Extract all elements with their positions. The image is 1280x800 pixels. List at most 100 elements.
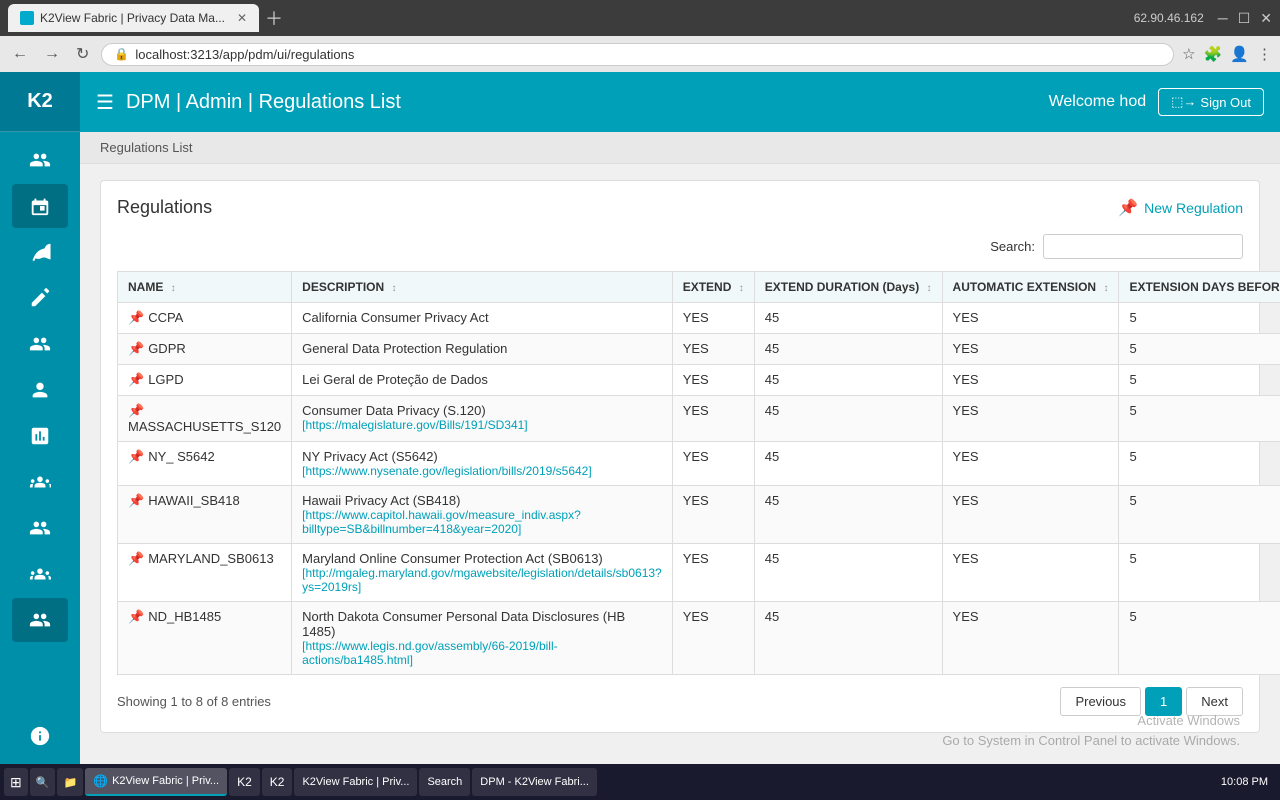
sidebar-item-people-group[interactable] bbox=[12, 138, 68, 182]
cell-name: 📌 ND_HB1485 bbox=[118, 602, 292, 675]
cell-name: 📌CCPA bbox=[118, 303, 292, 334]
cell-description: NY Privacy Act (S5642)[https://www.nysen… bbox=[292, 442, 673, 486]
col-extension-days-before[interactable]: EXTENSION DAYS BEFORE DUE DATE ↕ bbox=[1119, 272, 1280, 303]
row-name-text[interactable]: MARYLAND_SB0613 bbox=[148, 551, 274, 566]
cell-description: Consumer Data Privacy (S.120)[https://ma… bbox=[292, 396, 673, 442]
search-label: Search: bbox=[990, 239, 1035, 254]
sidebar-logo: K2 bbox=[27, 90, 53, 113]
sign-out-icon: ⬚→ bbox=[1171, 94, 1196, 110]
cell-extend-duration: 45 bbox=[754, 396, 942, 442]
row-name-text[interactable]: NY_ S5642 bbox=[148, 449, 215, 464]
cell-name: 📌MARYLAND_SB0613 bbox=[118, 544, 292, 602]
desc-text: Maryland Online Consumer Protection Act … bbox=[302, 551, 662, 566]
cell-description: Maryland Online Consumer Protection Act … bbox=[292, 544, 673, 602]
breadcrumb: Regulations List bbox=[80, 132, 1280, 164]
row-pin-icon: 📌 bbox=[128, 609, 144, 624]
extensions-icon[interactable]: 🧩 bbox=[1204, 45, 1223, 63]
cell-extend-duration: 45 bbox=[754, 602, 942, 675]
next-button[interactable]: Next bbox=[1186, 687, 1243, 716]
col-description[interactable]: DESCRIPTION ↕ bbox=[292, 272, 673, 303]
page-1-button[interactable]: 1 bbox=[1145, 687, 1182, 716]
row-pin-icon: 📌 bbox=[128, 493, 144, 508]
table-footer: Showing 1 to 8 of 8 entries Previous 1 N… bbox=[117, 687, 1243, 716]
cell-automatic-extension: YES bbox=[942, 303, 1119, 334]
profile-icon[interactable]: 👤 bbox=[1230, 45, 1249, 63]
sidebar-item-person[interactable] bbox=[12, 368, 68, 412]
header-title: DPM | Admin | Regulations List bbox=[126, 91, 401, 114]
forward-button[interactable]: → bbox=[40, 43, 64, 65]
cell-extend-duration: 45 bbox=[754, 365, 942, 396]
minimize-button[interactable]: ─ bbox=[1218, 10, 1228, 26]
showing-text: Showing 1 to 8 of 8 entries bbox=[117, 694, 271, 709]
close-window-button[interactable]: ✕ bbox=[1260, 10, 1272, 27]
taskbar-item-k2-2[interactable]: K2 bbox=[262, 768, 293, 796]
table-row[interactable]: 📌NY_ S5642NY Privacy Act (S5642)[https:/… bbox=[118, 442, 1280, 486]
sidebar-item-analytics[interactable] bbox=[12, 414, 68, 458]
taskbar-item-browser[interactable]: 🌐 K2View Fabric | Priv... bbox=[85, 768, 227, 796]
col-automatic-extension[interactable]: AUTOMATIC EXTENSION ↕ bbox=[942, 272, 1119, 303]
cell-name: 📌GDPR bbox=[118, 334, 292, 365]
cell-automatic-extension: YES bbox=[942, 602, 1119, 675]
taskbar-item-k2-1[interactable]: K2 bbox=[229, 768, 260, 796]
cell-automatic-extension: YES bbox=[942, 544, 1119, 602]
sidebar-item-people[interactable] bbox=[12, 322, 68, 366]
cell-name: 📌MASSACHUSETTS_S120 bbox=[118, 396, 292, 442]
back-button[interactable]: ← bbox=[8, 43, 32, 65]
sidebar-item-waves[interactable] bbox=[12, 230, 68, 274]
browser-favicon bbox=[20, 11, 34, 25]
table-row[interactable]: 📌MASSACHUSETTS_S120Consumer Data Privacy… bbox=[118, 396, 1280, 442]
search-input[interactable] bbox=[1043, 234, 1243, 259]
table-row[interactable]: 📌MARYLAND_SB0613 Maryland Online Consumer… bbox=[118, 544, 1280, 602]
desc-link[interactable]: [https://www.capitol.hawaii.gov/measure_… bbox=[302, 508, 662, 536]
taskbar-item-k2view-2[interactable]: K2View Fabric | Priv... bbox=[294, 768, 417, 796]
table-row[interactable]: 📌CCPACalifornia Consumer Privacy ActYES4… bbox=[118, 303, 1280, 334]
bookmark-icon[interactable]: ☆ bbox=[1182, 45, 1195, 63]
panel-title: Regulations bbox=[117, 197, 212, 218]
previous-button[interactable]: Previous bbox=[1060, 687, 1141, 716]
sidebar-item-edit[interactable] bbox=[12, 276, 68, 320]
address-text[interactable]: localhost:3213/app/pdm/ui/regulations bbox=[135, 47, 354, 62]
row-name-text[interactable]: LGPD bbox=[148, 372, 183, 387]
sidebar-item-people-group-2[interactable] bbox=[12, 460, 68, 504]
col-name[interactable]: NAME ↕ bbox=[118, 272, 292, 303]
start-button[interactable]: ⊞ bbox=[4, 768, 28, 796]
sidebar-item-info[interactable] bbox=[12, 714, 68, 758]
table-row[interactable]: 📌ND_HB1485North Dakota Consumer Personal… bbox=[118, 602, 1280, 675]
browser-tab-title[interactable]: K2View Fabric | Privacy Data Ma... bbox=[40, 11, 225, 25]
sidebar-item-people-group-4[interactable] bbox=[12, 552, 68, 596]
taskbar-item-dpm[interactable]: DPM - K2View Fabri... bbox=[472, 768, 597, 796]
row-name-text[interactable]: ND_HB1485 bbox=[148, 609, 221, 624]
maximize-button[interactable]: ☐ bbox=[1238, 10, 1251, 27]
table-row[interactable]: 📌LGPDLei Geral de Proteção de DadosYES45… bbox=[118, 365, 1280, 396]
sidebar-item-people-group-5[interactable] bbox=[12, 598, 68, 642]
table-row[interactable]: 📌GDPRGeneral Data Protection RegulationY… bbox=[118, 334, 1280, 365]
col-extend-duration[interactable]: EXTEND DURATION (Days) ↕ bbox=[754, 272, 942, 303]
reload-button[interactable]: ↻ bbox=[72, 42, 93, 66]
table-row[interactable]: 📌HAWAII_SB418Hawaii Privacy Act (SB418)[… bbox=[118, 486, 1280, 544]
tab-close-button[interactable]: ✕ bbox=[237, 11, 247, 25]
row-name-text[interactable]: CCPA bbox=[148, 310, 183, 325]
menu-icon[interactable]: ⋮ bbox=[1257, 45, 1272, 63]
desc-link[interactable]: [http://mgaleg.maryland.gov/mgawebsite/l… bbox=[302, 566, 662, 594]
taskbar-cortana[interactable]: 📁 bbox=[57, 768, 83, 796]
cell-extend: YES bbox=[672, 442, 754, 486]
desc-link[interactable]: [https://malegislature.gov/Bills/191/SD3… bbox=[302, 418, 662, 432]
new-tab-button[interactable]: ＋ bbox=[265, 5, 283, 31]
cell-extension-days: 5 bbox=[1119, 365, 1280, 396]
taskbar-search[interactable]: 🔍 bbox=[30, 768, 56, 796]
taskbar-item-search[interactable]: Search bbox=[419, 768, 470, 796]
row-name-text[interactable]: GDPR bbox=[148, 341, 186, 356]
row-name-text[interactable]: MASSACHUSETTS_S120 bbox=[128, 419, 281, 434]
sidebar-item-pin[interactable] bbox=[12, 184, 68, 228]
panel-header: Regulations 📌 New Regulation bbox=[117, 197, 1243, 218]
new-regulation-button[interactable]: 📌 New Regulation bbox=[1118, 198, 1243, 218]
cell-description: General Data Protection Regulation bbox=[292, 334, 673, 365]
col-extend[interactable]: EXTEND ↕ bbox=[672, 272, 754, 303]
hamburger-menu[interactable]: ☰ bbox=[96, 90, 114, 115]
row-name-text[interactable]: HAWAII_SB418 bbox=[148, 493, 240, 508]
cell-extend-duration: 45 bbox=[754, 303, 942, 334]
sidebar-item-people-group-3[interactable] bbox=[12, 506, 68, 550]
desc-link[interactable]: [https://www.legis.nd.gov/assembly/66-20… bbox=[302, 639, 662, 667]
desc-link[interactable]: [https://www.nysenate.gov/legislation/bi… bbox=[302, 464, 662, 478]
sign-out-button[interactable]: ⬚→ Sign Out bbox=[1158, 88, 1264, 116]
